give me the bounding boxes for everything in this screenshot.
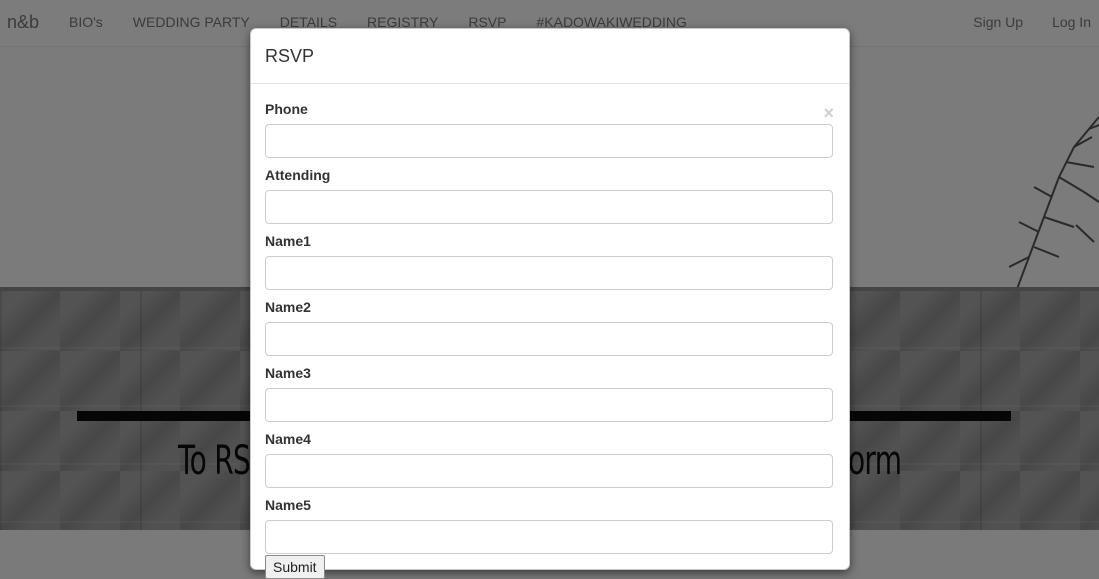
name4-input[interactable]: [265, 454, 833, 488]
name1-label: Name1: [265, 233, 311, 249]
name2-label: Name2: [265, 299, 311, 315]
rsvp-form: × Phone Attending Name1 Name2 Name3 Name…: [251, 84, 849, 579]
name5-label: Name5: [265, 497, 311, 513]
name5-input[interactable]: [265, 520, 833, 554]
rsvp-modal: RSVP × Phone Attending Name1 Name2 Name3…: [250, 28, 850, 579]
name3-input[interactable]: [265, 388, 833, 422]
close-icon[interactable]: ×: [823, 104, 834, 122]
submit-button[interactable]: Submit: [265, 555, 325, 579]
name2-input[interactable]: [265, 322, 833, 356]
attending-label: Attending: [265, 167, 331, 183]
phone-label: Phone: [265, 101, 308, 117]
name4-label: Name4: [265, 431, 311, 447]
name1-input[interactable]: [265, 256, 833, 290]
modal-title: RSVP: [265, 46, 315, 66]
attending-input[interactable]: [265, 190, 833, 224]
name3-label: Name3: [265, 365, 311, 381]
modal-header: RSVP: [251, 29, 849, 84]
phone-input[interactable]: [265, 124, 833, 158]
